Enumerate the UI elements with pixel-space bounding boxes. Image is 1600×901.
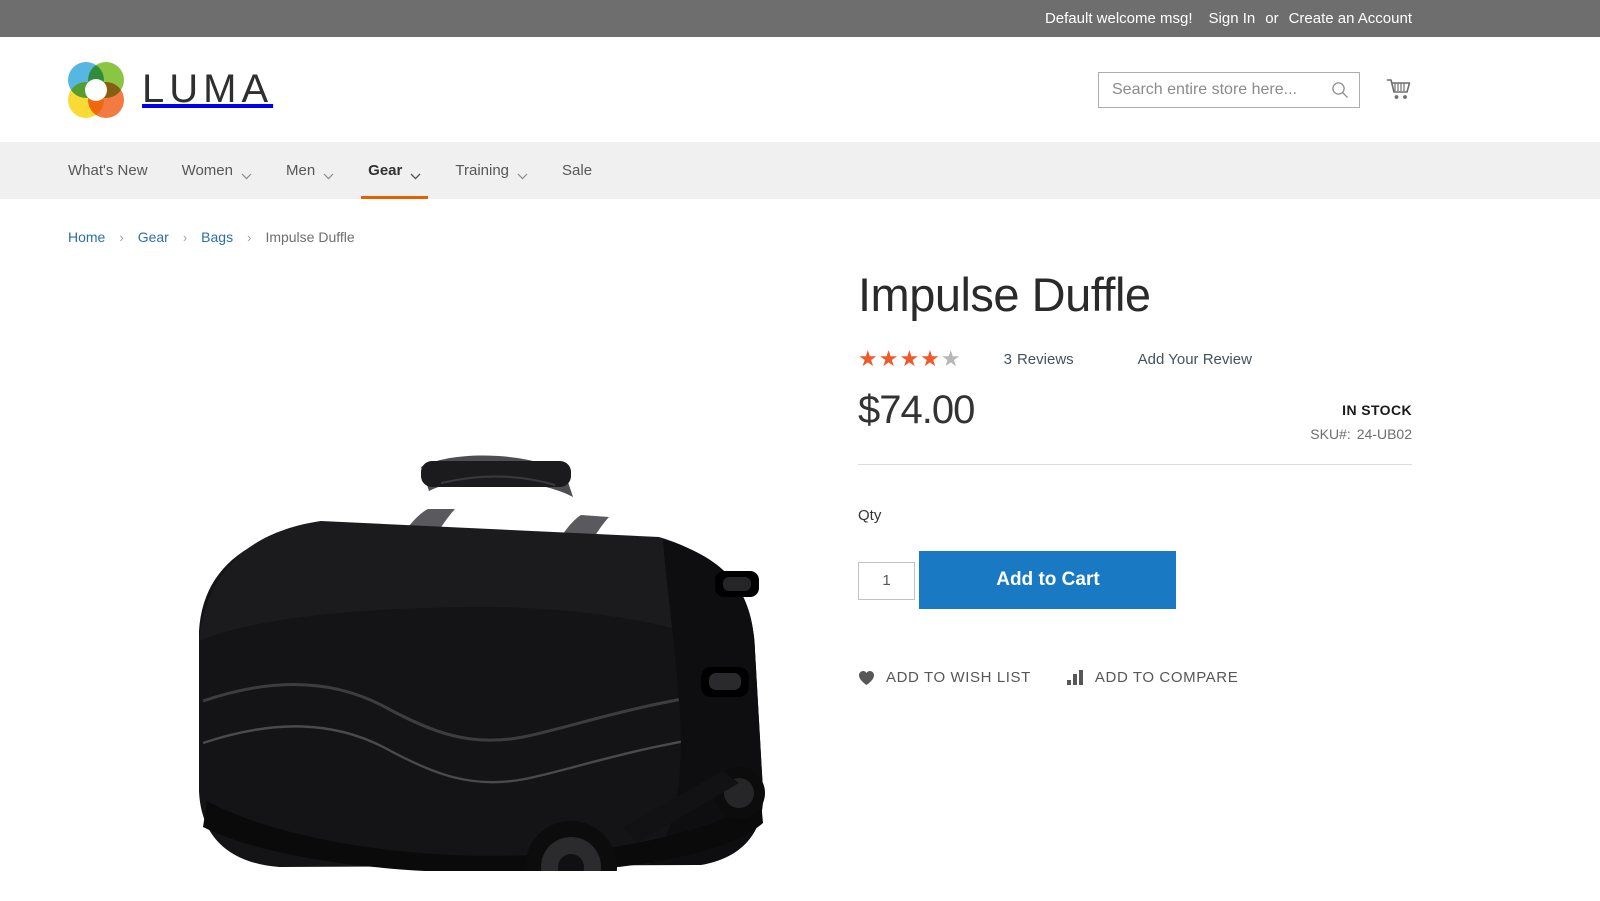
nav-item-label: Gear xyxy=(368,162,403,179)
chevron-down-icon xyxy=(323,167,334,180)
nav-item-men[interactable]: Men xyxy=(269,142,351,199)
product-price: $74.00 xyxy=(858,388,975,432)
chevron-down-icon xyxy=(241,167,252,180)
add-to-compare-button[interactable]: ADD TO COMPARE xyxy=(1066,669,1239,686)
compare-label: ADD TO COMPARE xyxy=(1094,669,1239,686)
product-gallery[interactable] xyxy=(68,251,838,891)
stock-info: IN STOCK SKU#: 24-UB02 xyxy=(1310,388,1412,442)
header-actions xyxy=(1098,71,1412,108)
sign-in-link[interactable]: Sign In xyxy=(1209,10,1256,27)
wishlist-label: ADD TO WISH LIST xyxy=(886,669,1031,686)
star-rating[interactable]: ★★★★★ xyxy=(858,348,962,370)
logo-link[interactable]: LUMA xyxy=(68,61,274,118)
price-row: $74.00 IN STOCK SKU#: 24-UB02 xyxy=(858,388,1412,442)
search-icon[interactable] xyxy=(1331,81,1349,99)
add-to-cart-button[interactable]: Add to Cart xyxy=(919,551,1177,609)
breadcrumb-separator: › xyxy=(119,229,124,245)
nav-item-gear[interactable]: Gear xyxy=(351,142,438,199)
sku-label: SKU#: xyxy=(1310,426,1351,442)
quantity-stepper[interactable] xyxy=(858,561,915,600)
nav-item-label: What's New xyxy=(68,162,148,179)
product-page: Impulse Duffle ★★★★★ 3 Reviews Add Your R… xyxy=(0,251,1600,891)
reviews-count: 3 xyxy=(1003,350,1012,368)
nav-item-label: Training xyxy=(455,162,510,179)
main-navigation: What's New Women Men Gear Training Sale xyxy=(0,142,1600,199)
top-panel: Default welcome msg! Sign In or Create a… xyxy=(0,0,1600,37)
luma-flower-logo-icon xyxy=(68,61,124,118)
nav-item-training[interactable]: Training xyxy=(438,142,545,199)
chevron-down-icon xyxy=(410,167,421,180)
nav-item-sale[interactable]: Sale xyxy=(545,142,609,199)
chevron-down-icon xyxy=(517,167,528,180)
nav-item-label: Women xyxy=(181,162,233,179)
qty-label: Qty xyxy=(858,507,882,524)
logo-text: LUMA xyxy=(142,67,274,111)
breadcrumb: Home › Gear › Bags › Impulse Duffle xyxy=(0,199,1600,245)
nav-item-label: Men xyxy=(285,162,316,179)
breadcrumb-separator: › xyxy=(182,229,188,245)
or-separator: or xyxy=(1265,10,1279,27)
breadcrumb-item-current: Impulse Duffle xyxy=(265,229,355,245)
nav-item-whats-new[interactable]: What's New xyxy=(68,142,165,199)
search-box[interactable] xyxy=(1098,71,1360,108)
status-badge: IN STOCK xyxy=(1342,402,1412,418)
page-title: Impulse Duffle xyxy=(858,268,1151,321)
heart-icon xyxy=(858,670,875,686)
sku-value: 24-UB02 xyxy=(1356,426,1412,442)
welcome-message: Default welcome msg! xyxy=(1044,10,1193,27)
breadcrumb-item-gear[interactable]: Gear xyxy=(138,229,169,245)
shopping-cart-icon[interactable] xyxy=(1386,77,1412,103)
product-social-links: ADD TO WISH LIST ADD TO COMPARE xyxy=(858,669,1412,686)
nav-item-label: Sale xyxy=(562,162,593,179)
product-info: Impulse Duffle ★★★★★ 3 Reviews Add Your R… xyxy=(838,251,1412,891)
reviews-link[interactable]: 3 Reviews xyxy=(1004,351,1074,368)
rating-row: ★★★★★ 3 Reviews Add Your Review xyxy=(858,348,1412,370)
create-account-link[interactable]: Create an Account xyxy=(1289,10,1412,27)
reviews-label: Reviews xyxy=(1016,350,1074,368)
site-header: LUMA xyxy=(0,37,1600,142)
nav-item-women[interactable]: Women xyxy=(165,142,269,199)
search-input[interactable] xyxy=(1112,80,1331,99)
breadcrumb-item-home[interactable]: Home xyxy=(68,229,105,245)
breadcrumb-separator: › xyxy=(247,229,252,245)
add-review-link[interactable]: Add Your Review xyxy=(1138,351,1252,368)
bar-chart-icon xyxy=(1066,670,1084,685)
breadcrumb-item-bags[interactable]: Bags xyxy=(201,229,233,245)
product-image[interactable] xyxy=(103,271,803,871)
section-divider xyxy=(858,464,1412,465)
add-to-wishlist-button[interactable]: ADD TO WISH LIST xyxy=(858,669,1031,686)
product-sku: SKU#: 24-UB02 xyxy=(1310,426,1412,442)
